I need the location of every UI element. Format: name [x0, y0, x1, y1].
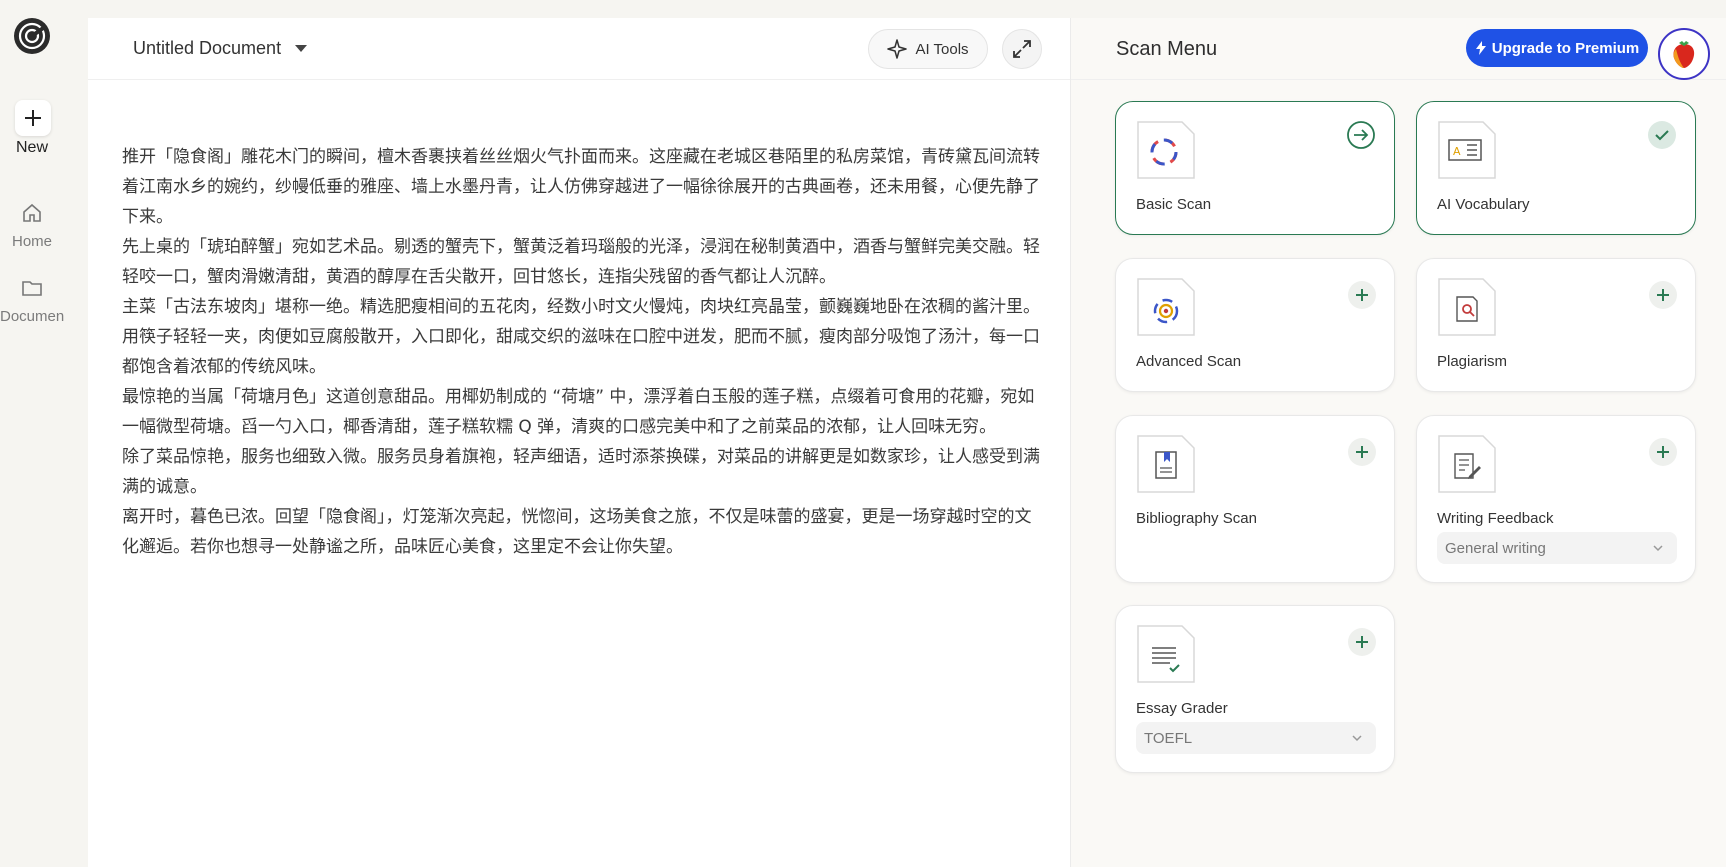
card-basic-scan[interactable]: Basic Scan — [1115, 101, 1395, 235]
left-rail: New Home Documen — [0, 0, 88, 867]
plus-icon — [1356, 446, 1368, 458]
select-value: General writing — [1445, 539, 1546, 557]
expand-button[interactable] — [1002, 29, 1042, 69]
card-essay-grader[interactable]: Essay Grader TOEFL — [1115, 605, 1395, 773]
document-icon — [1438, 435, 1496, 493]
document-icon — [1137, 278, 1195, 336]
folder-icon[interactable] — [20, 276, 44, 300]
plus-icon — [1657, 289, 1669, 301]
card-ai-vocabulary[interactable]: A AI Vocabulary — [1416, 101, 1696, 235]
scan-header: Scan Menu Upgrade to Premium — [1071, 18, 1726, 80]
plus-icon — [1657, 446, 1669, 458]
document-icon: A — [1438, 121, 1496, 179]
editor-panel: Untitled Document AI Tools 推开「隐食阁」雕花木门的瞬… — [88, 18, 1071, 867]
logo-icon[interactable] — [12, 16, 52, 56]
card-writing-feedback[interactable]: Writing Feedback General writing — [1416, 415, 1696, 583]
card-advanced-scan[interactable]: Advanced Scan — [1115, 258, 1395, 392]
plus-icon — [1356, 289, 1368, 301]
paragraph: 离开时，暮色已浓。回望「隐食阁」，灯笼渐次亮起，恍惚间，这场美食之旅，不仅是味蕾… — [122, 507, 1032, 557]
scan-menu-title: Scan Menu — [1116, 38, 1218, 60]
paragraph: 主菜「古法东坡肉」堪称一绝。精选肥瘦相间的五花肉，经数小时文火慢炖，肉块红亮晶莹… — [122, 297, 1040, 377]
new-label: New — [15, 139, 48, 156]
add-writing-feedback-button[interactable] — [1649, 438, 1677, 466]
editor-header: Untitled Document AI Tools — [88, 18, 1070, 80]
document-icon — [1137, 121, 1195, 179]
arrow-right-circle-icon[interactable] — [1346, 120, 1376, 150]
chevron-down-icon — [1653, 545, 1663, 552]
nav-home[interactable]: Home — [0, 233, 64, 250]
chevron-down-icon — [1352, 735, 1362, 742]
paragraph: 除了菜品惊艳，服务也细致入微。服务员身着旗袍，轻声细语，适时添茶换碟，对菜品的讲… — [122, 447, 1040, 497]
document-title: Untitled Document — [133, 38, 282, 58]
new-document-button[interactable] — [15, 100, 51, 136]
upgrade-premium-button[interactable]: Upgrade to Premium — [1466, 29, 1648, 67]
sparkle-icon — [887, 39, 908, 59]
document-body[interactable]: 推开「隐食阁」雕花木门的瞬间，檀木香裹挟着丝丝烟火气扑面而来。这座藏在老城区巷陌… — [122, 142, 1042, 562]
check-circle-icon[interactable] — [1647, 120, 1677, 150]
card-label: AI Vocabulary — [1437, 196, 1530, 213]
strawberry-avatar-icon — [1673, 41, 1695, 68]
card-label: Basic Scan — [1136, 196, 1212, 213]
essay-type-select[interactable]: TOEFL — [1136, 722, 1376, 754]
expand-icon — [1013, 40, 1031, 58]
document-icon — [1137, 435, 1195, 493]
upgrade-label: Upgrade to Premium — [1491, 39, 1640, 57]
document-icon — [1137, 625, 1195, 683]
writing-type-select[interactable]: General writing — [1437, 532, 1677, 564]
chevron-down-icon — [295, 45, 308, 52]
add-bibliography-button[interactable] — [1348, 438, 1376, 466]
paragraph: 最惊艳的当属「荷塘月色」这道创意甜品。用椰奶制成的 “荷塘” 中，漂浮着白玉般的… — [122, 387, 1035, 437]
paragraph: 推开「隐食阁」雕花木门的瞬间，檀木香裹挟着丝丝烟火气扑面而来。这座藏在老城区巷陌… — [122, 147, 1040, 227]
document-icon — [1438, 278, 1496, 336]
card-label: Writing Feedback — [1437, 510, 1554, 527]
card-label: Bibliography Scan — [1136, 510, 1257, 527]
card-plagiarism[interactable]: Plagiarism — [1416, 258, 1696, 392]
card-bibliography-scan[interactable]: Bibliography Scan — [1115, 415, 1395, 583]
home-icon[interactable] — [20, 201, 44, 225]
add-plagiarism-button[interactable] — [1649, 281, 1677, 309]
card-label: Essay Grader — [1136, 700, 1228, 717]
lightning-icon — [1475, 41, 1486, 55]
add-advanced-scan-button[interactable] — [1348, 281, 1376, 309]
document-title-dropdown[interactable]: Untitled Document — [133, 38, 308, 59]
ai-tools-label: AI Tools — [915, 40, 969, 58]
scan-panel: Scan Menu Upgrade to Premium Basic Scan — [1071, 18, 1726, 867]
card-label: Advanced Scan — [1136, 353, 1242, 370]
select-value: TOEFL — [1144, 729, 1193, 747]
add-essay-grader-button[interactable] — [1348, 628, 1376, 656]
card-label: Plagiarism — [1437, 353, 1508, 370]
svg-text:A: A — [1453, 145, 1461, 158]
paragraph: 先上桌的「琥珀醉蟹」宛如艺术品。剔透的蟹壳下，蟹黄泛着玛瑙般的光泽，浸润在秘制黄… — [122, 237, 1040, 287]
plus-icon — [25, 110, 41, 126]
plus-icon — [1356, 636, 1368, 648]
nav-documents[interactable]: Documen — [0, 308, 64, 325]
ai-tools-button[interactable]: AI Tools — [868, 29, 988, 69]
avatar[interactable] — [1658, 28, 1710, 80]
